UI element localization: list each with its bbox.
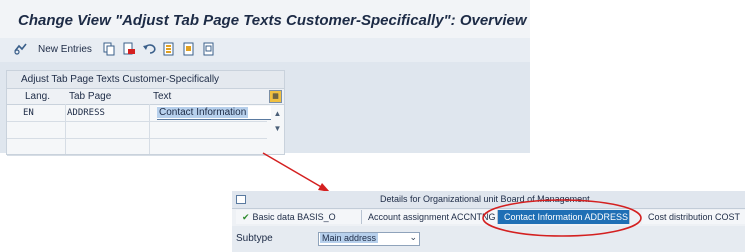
annotation-arrow-line: [262, 152, 324, 189]
chevron-down-icon[interactable]: ⌄: [409, 232, 417, 243]
details-window: Details for Organizational unit Board of…: [232, 191, 745, 252]
subtype-value: Main address: [320, 233, 379, 243]
annotation-ellipse: [482, 199, 642, 237]
subtype-label: Subtype: [236, 233, 273, 244]
subtype-dropdown[interactable]: Main address ⌄: [318, 232, 420, 246]
